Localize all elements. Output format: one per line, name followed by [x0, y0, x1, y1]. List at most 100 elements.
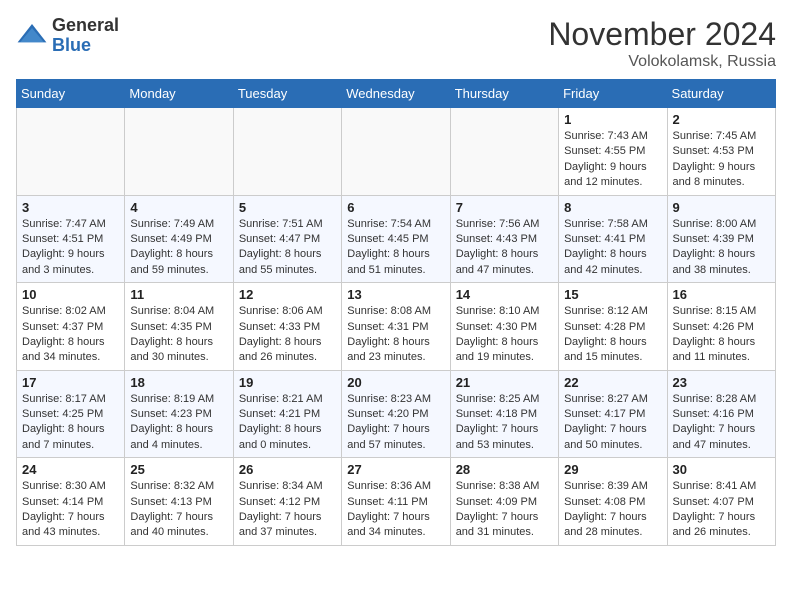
- day-number: 12: [239, 287, 336, 302]
- day-info: Sunrise: 8:08 AMSunset: 4:31 PMDaylight:…: [347, 304, 444, 366]
- calendar-cell: 11 Sunrise: 8:04 AMSunset: 4:35 PMDayligh…: [125, 283, 233, 371]
- calendar-week-row: 24Sunrise: 8:30 AMSunset: 4:14 PMDayligh…: [17, 458, 776, 546]
- day-number: 27: [347, 462, 444, 477]
- day-info: Sunrise: 8:21 AMSunset: 4:21 PMDaylight:…: [239, 392, 336, 454]
- day-info: Sunrise: 7:51 AMSunset: 4:47 PMDaylight:…: [239, 217, 336, 279]
- location-subtitle: Volokolamsk, Russia: [548, 53, 776, 71]
- calendar-cell: 21Sunrise: 8:25 AMSunset: 4:18 PMDayligh…: [450, 370, 558, 458]
- day-info: Sunrise: 8:19 AMSunset: 4:23 PMDaylight:…: [130, 392, 227, 454]
- day-number: 22: [564, 375, 661, 390]
- calendar: SundayMondayTuesdayWednesdayThursdayFrid…: [16, 79, 776, 546]
- calendar-cell: [125, 108, 233, 196]
- day-info: Sunrise: 8:17 AMSunset: 4:25 PMDaylight:…: [22, 392, 119, 454]
- title-area: November 2024 Volokolamsk, Russia: [548, 16, 776, 71]
- day-number: 23: [673, 375, 770, 390]
- day-number: 17: [22, 375, 119, 390]
- day-info: Sunrise: 8:04 AMSunset: 4:35 PMDaylight:…: [130, 304, 227, 366]
- header: General Blue November 2024 Volokolamsk, …: [16, 16, 776, 71]
- day-info: Sunrise: 8:39 AMSunset: 4:08 PMDaylight:…: [564, 479, 661, 541]
- calendar-cell: 14 Sunrise: 8:10 AMSunset: 4:30 PMDayligh…: [450, 283, 558, 371]
- day-info: Sunrise: 8:23 AMSunset: 4:20 PMDaylight:…: [347, 392, 444, 454]
- calendar-week-row: 17 Sunrise: 8:17 AMSunset: 4:25 PMDayligh…: [17, 370, 776, 458]
- calendar-cell: 2 Sunrise: 7:45 AMSunset: 4:53 PMDaylight…: [667, 108, 775, 196]
- day-number: 6: [347, 200, 444, 215]
- day-number: 8: [564, 200, 661, 215]
- day-number: 3: [22, 200, 119, 215]
- col-header-wednesday: Wednesday: [342, 80, 450, 108]
- day-number: 25: [130, 462, 227, 477]
- day-info: Sunrise: 7:49 AMSunset: 4:49 PMDaylight:…: [130, 217, 227, 279]
- day-info: Sunrise: 7:45 AMSunset: 4:53 PMDaylight:…: [673, 129, 770, 191]
- logo-text: General Blue: [52, 16, 119, 56]
- calendar-header-row: SundayMondayTuesdayWednesdayThursdayFrid…: [17, 80, 776, 108]
- calendar-cell: 27 Sunrise: 8:36 AMSunset: 4:11 PMDayligh…: [342, 458, 450, 546]
- day-number: 18: [130, 375, 227, 390]
- day-number: 16: [673, 287, 770, 302]
- calendar-cell: 1 Sunrise: 7:43 AMSunset: 4:55 PMDaylight…: [559, 108, 667, 196]
- calendar-cell: [450, 108, 558, 196]
- day-number: 7: [456, 200, 553, 215]
- day-info: Sunrise: 8:27 AMSunset: 4:17 PMDaylight:…: [564, 392, 661, 454]
- day-number: 19: [239, 375, 336, 390]
- calendar-cell: 9 Sunrise: 8:00 AMSunset: 4:39 PMDaylight…: [667, 195, 775, 283]
- calendar-cell: [342, 108, 450, 196]
- day-number: 11: [130, 287, 227, 302]
- day-number: 10: [22, 287, 119, 302]
- day-info: Sunrise: 7:43 AMSunset: 4:55 PMDaylight:…: [564, 129, 661, 191]
- day-number: 30: [673, 462, 770, 477]
- calendar-cell: 5 Sunrise: 7:51 AMSunset: 4:47 PMDaylight…: [233, 195, 341, 283]
- calendar-cell: 16 Sunrise: 8:15 AMSunset: 4:26 PMDayligh…: [667, 283, 775, 371]
- day-info: Sunrise: 8:38 AMSunset: 4:09 PMDaylight:…: [456, 479, 553, 541]
- calendar-cell: 7Sunrise: 7:56 AMSunset: 4:43 PMDaylight…: [450, 195, 558, 283]
- month-title: November 2024: [548, 16, 776, 53]
- logo-general: General: [52, 15, 119, 35]
- day-number: 28: [456, 462, 553, 477]
- day-number: 21: [456, 375, 553, 390]
- calendar-cell: 12 Sunrise: 8:06 AMSunset: 4:33 PMDayligh…: [233, 283, 341, 371]
- day-info: Sunrise: 8:36 AMSunset: 4:11 PMDaylight:…: [347, 479, 444, 541]
- day-info: Sunrise: 8:06 AMSunset: 4:33 PMDaylight:…: [239, 304, 336, 366]
- day-info: Sunrise: 8:15 AMSunset: 4:26 PMDaylight:…: [673, 304, 770, 366]
- day-number: 5: [239, 200, 336, 215]
- day-info: Sunrise: 8:41 AMSunset: 4:07 PMDaylight:…: [673, 479, 770, 541]
- calendar-cell: 19 Sunrise: 8:21 AMSunset: 4:21 PMDayligh…: [233, 370, 341, 458]
- day-number: 14: [456, 287, 553, 302]
- logo: General Blue: [16, 16, 119, 56]
- day-info: Sunrise: 8:12 AMSunset: 4:28 PMDaylight:…: [564, 304, 661, 366]
- day-number: 2: [673, 112, 770, 127]
- calendar-week-row: 1 Sunrise: 7:43 AMSunset: 4:55 PMDaylight…: [17, 108, 776, 196]
- calendar-cell: 8 Sunrise: 7:58 AMSunset: 4:41 PMDaylight…: [559, 195, 667, 283]
- calendar-cell: 25 Sunrise: 8:32 AMSunset: 4:13 PMDayligh…: [125, 458, 233, 546]
- calendar-cell: 4Sunrise: 7:49 AMSunset: 4:49 PMDaylight…: [125, 195, 233, 283]
- day-number: 29: [564, 462, 661, 477]
- calendar-cell: 3Sunrise: 7:47 AMSunset: 4:51 PMDaylight…: [17, 195, 125, 283]
- day-number: 9: [673, 200, 770, 215]
- logo-blue: Blue: [52, 35, 91, 55]
- calendar-cell: 29 Sunrise: 8:39 AMSunset: 4:08 PMDayligh…: [559, 458, 667, 546]
- day-info: Sunrise: 8:02 AMSunset: 4:37 PMDaylight:…: [22, 304, 119, 366]
- calendar-cell: 26Sunrise: 8:34 AMSunset: 4:12 PMDayligh…: [233, 458, 341, 546]
- day-number: 1: [564, 112, 661, 127]
- day-info: Sunrise: 8:00 AMSunset: 4:39 PMDaylight:…: [673, 217, 770, 279]
- day-number: 24: [22, 462, 119, 477]
- day-info: Sunrise: 7:58 AMSunset: 4:41 PMDaylight:…: [564, 217, 661, 279]
- calendar-cell: [233, 108, 341, 196]
- calendar-cell: 18 Sunrise: 8:19 AMSunset: 4:23 PMDayligh…: [125, 370, 233, 458]
- day-number: 15: [564, 287, 661, 302]
- calendar-cell: 17 Sunrise: 8:17 AMSunset: 4:25 PMDayligh…: [17, 370, 125, 458]
- calendar-cell: 20 Sunrise: 8:23 AMSunset: 4:20 PMDayligh…: [342, 370, 450, 458]
- calendar-cell: 22 Sunrise: 8:27 AMSunset: 4:17 PMDayligh…: [559, 370, 667, 458]
- calendar-cell: 13 Sunrise: 8:08 AMSunset: 4:31 PMDayligh…: [342, 283, 450, 371]
- day-info: Sunrise: 8:28 AMSunset: 4:16 PMDaylight:…: [673, 392, 770, 454]
- day-number: 13: [347, 287, 444, 302]
- col-header-monday: Monday: [125, 80, 233, 108]
- day-number: 20: [347, 375, 444, 390]
- col-header-tuesday: Tuesday: [233, 80, 341, 108]
- col-header-sunday: Sunday: [17, 80, 125, 108]
- calendar-cell: 24Sunrise: 8:30 AMSunset: 4:14 PMDayligh…: [17, 458, 125, 546]
- day-number: 26: [239, 462, 336, 477]
- col-header-friday: Friday: [559, 80, 667, 108]
- calendar-week-row: 10 Sunrise: 8:02 AMSunset: 4:37 PMDayligh…: [17, 283, 776, 371]
- day-info: Sunrise: 8:10 AMSunset: 4:30 PMDaylight:…: [456, 304, 553, 366]
- day-info: Sunrise: 8:32 AMSunset: 4:13 PMDaylight:…: [130, 479, 227, 541]
